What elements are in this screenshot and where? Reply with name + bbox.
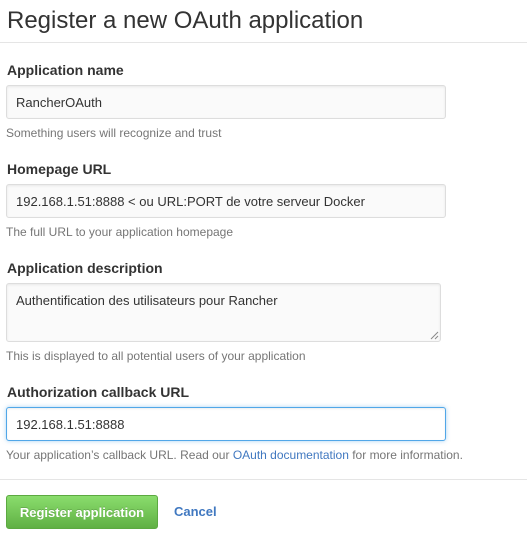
homepage-url-input[interactable] <box>6 184 446 218</box>
callback-url-help: Your application’s callback URL. Read ou… <box>6 447 463 463</box>
app-description-help: This is displayed to all potential users… <box>6 349 306 363</box>
oauth-documentation-link[interactable]: OAuth documentation <box>233 448 349 462</box>
app-description-textarea[interactable]: Authentification des utilisateurs pour R… <box>6 283 441 342</box>
app-name-label: Application name <box>7 62 124 78</box>
homepage-url-help: The full URL to your application homepag… <box>6 225 234 239</box>
title-divider <box>0 42 527 43</box>
app-name-input[interactable] <box>6 85 446 119</box>
callback-help-suffix: for more information. <box>348 448 463 462</box>
form-divider <box>0 479 527 480</box>
resize-grip-icon[interactable] <box>430 331 439 340</box>
page-title: Register a new OAuth application <box>7 7 364 34</box>
homepage-url-label: Homepage URL <box>7 161 112 177</box>
callback-help-prefix: Your application’s callback URL. Read ou… <box>6 448 233 462</box>
callback-url-input[interactable] <box>6 407 446 441</box>
register-application-button[interactable]: Register application <box>6 495 158 529</box>
app-name-help: Something users will recognize and trust <box>6 126 222 140</box>
callback-url-label: Authorization callback URL <box>7 384 190 400</box>
app-description-label: Application description <box>7 260 163 276</box>
cancel-link[interactable]: Cancel <box>174 504 217 520</box>
